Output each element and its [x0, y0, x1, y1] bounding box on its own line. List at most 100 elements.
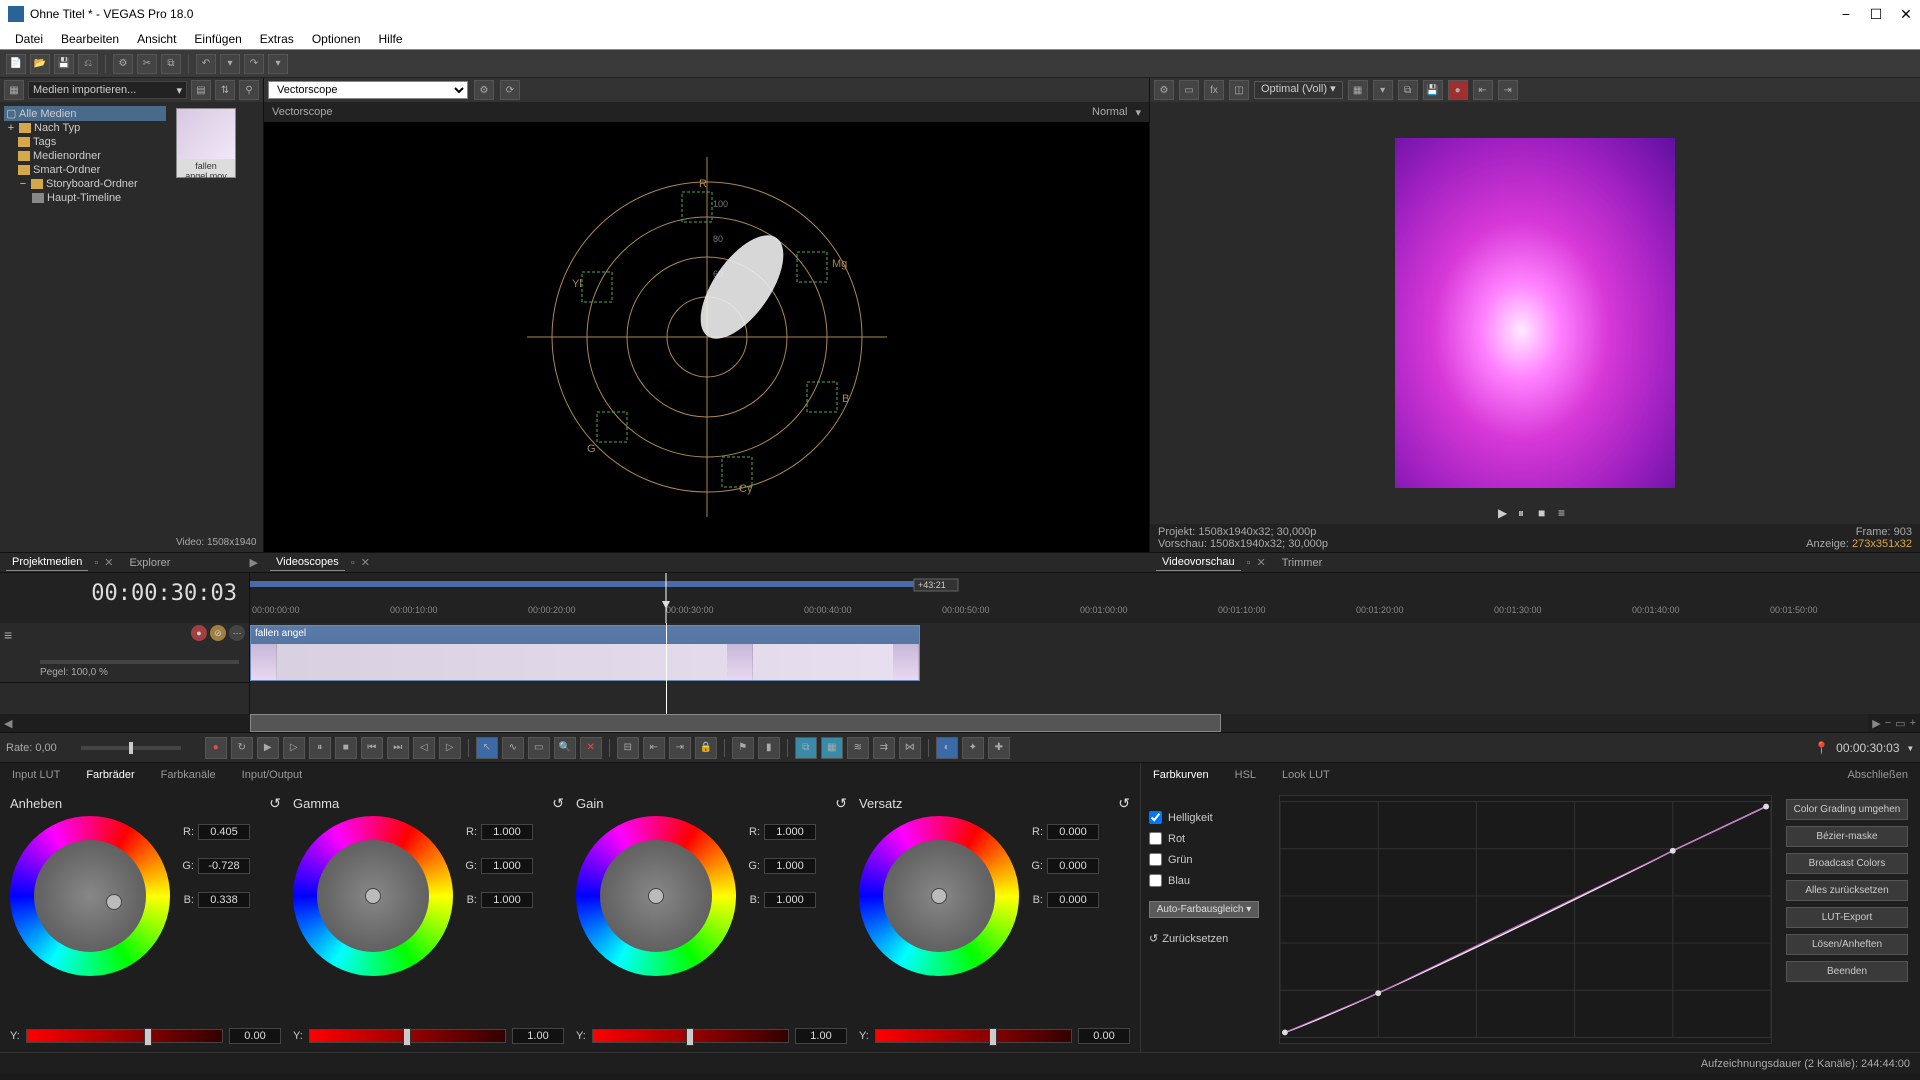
tab-projektmedien-close-icon[interactable]: ✕	[104, 556, 113, 569]
side-btn-color-grading-umgehen[interactable]: Color Grading umgehen	[1786, 799, 1908, 820]
pv-pause-icon[interactable]: ⏸	[1518, 506, 1532, 520]
track-header[interactable]: ≡ ● ⊘ ⋯ Pegel: 100,0 %	[0, 623, 249, 683]
quantize-icon[interactable]: ▦	[821, 737, 843, 759]
region-icon[interactable]: ▮	[758, 737, 780, 759]
tab-farbkanaele[interactable]: Farbkanäle	[157, 767, 220, 783]
redo-icon[interactable]: ↷	[244, 54, 264, 74]
pv-overlay-icon[interactable]: ▾	[1373, 80, 1393, 100]
rate-slider[interactable]	[81, 746, 181, 750]
timeline-scrollbar[interactable]	[250, 714, 1868, 732]
tl-zoom-fit-icon[interactable]: ▭	[1895, 717, 1905, 730]
track-bypass-icon[interactable]: ⊘	[210, 625, 226, 641]
media-view-icon[interactable]: ▤	[191, 80, 211, 100]
zoom-icon[interactable]: 🔍	[554, 737, 576, 759]
wheel-g-input[interactable]	[198, 858, 250, 874]
tab-videoscopes-float-icon[interactable]: ▫	[351, 557, 355, 569]
curves-canvas[interactable]	[1279, 795, 1772, 1044]
colorgrade-icon[interactable]: ◐	[936, 737, 958, 759]
wheel-b-input[interactable]	[481, 892, 533, 908]
tab-projektmedien-float-icon[interactable]: ▫	[94, 557, 98, 569]
track-more-icon[interactable]: ⋯	[229, 625, 245, 641]
menu-extras[interactable]: Extras	[251, 29, 303, 49]
tab-farbraeder[interactable]: Farbräder	[82, 767, 138, 783]
import-media-dropdown[interactable]: Medien importieren...▾	[28, 81, 187, 99]
render-icon[interactable]: ⎌	[78, 54, 98, 74]
wheel-r-input[interactable]	[481, 824, 533, 840]
tree-tags[interactable]: Tags	[4, 135, 166, 149]
track-opacity-slider[interactable]	[40, 660, 239, 664]
wheel-g-input[interactable]	[764, 858, 816, 874]
wheel-y-slider[interactable]	[592, 1029, 789, 1043]
tab-videoscopes[interactable]: Videoscopes	[270, 554, 345, 571]
snap-icon[interactable]: ⧉	[795, 737, 817, 759]
abschliessen-button[interactable]: Abschließen	[1843, 767, 1912, 783]
select-icon[interactable]: ▭	[528, 737, 550, 759]
pause-icon[interactable]: ⏸	[309, 737, 331, 759]
media-thumb[interactable]: fallen angel.mov	[176, 108, 236, 178]
trim-start-icon[interactable]: ⇤	[643, 737, 665, 759]
wheel-b-input[interactable]	[1047, 892, 1099, 908]
color-wheel-gain[interactable]	[576, 816, 736, 976]
media-sort-icon[interactable]: ⇅	[215, 80, 235, 100]
undo-drop-icon[interactable]: ▾	[220, 54, 240, 74]
curves-reset-button[interactable]: ↺Zurücksetzen	[1149, 932, 1269, 945]
redo-drop-icon[interactable]: ▾	[268, 54, 288, 74]
tl-scroll-right-icon[interactable]: ▶	[1872, 717, 1880, 730]
playhead[interactable]	[666, 623, 667, 714]
trim-end-icon[interactable]: ⇥	[669, 737, 691, 759]
maximize-button[interactable]: ☐	[1870, 8, 1882, 20]
tab-videovorschau-float-icon[interactable]: ▫	[1247, 557, 1251, 569]
transport-timecode[interactable]: 00:00:30:03	[1836, 741, 1899, 755]
step-back-icon[interactable]: ◁	[413, 737, 435, 759]
timeline-track-area[interactable]: fallen angel	[250, 623, 1920, 714]
play-icon[interactable]: ▷	[283, 737, 305, 759]
wheel-b-input[interactable]	[764, 892, 816, 908]
envelope-icon[interactable]: ∿	[502, 737, 524, 759]
save-icon[interactable]: 💾	[54, 54, 74, 74]
wheel-reset-icon[interactable]: ↺	[269, 795, 281, 812]
copy-icon[interactable]: ⧉	[161, 54, 181, 74]
side-btn-beenden[interactable]: Beenden	[1786, 961, 1908, 982]
tab-videovorschau-close-icon[interactable]: ✕	[1256, 556, 1265, 569]
side-btn-lut-export[interactable]: LUT-Export	[1786, 907, 1908, 928]
scope-refresh-icon[interactable]: ⟳	[500, 80, 520, 100]
delete-icon[interactable]: ✕	[580, 737, 602, 759]
chk-helligkeit[interactable]: Helligkeit	[1149, 811, 1269, 824]
tl-zoom-out-icon[interactable]: −	[1885, 717, 1891, 729]
ripple-icon[interactable]: ≋	[847, 737, 869, 759]
record-icon[interactable]: ●	[205, 737, 227, 759]
pv-copy-icon[interactable]: ⧉	[1398, 80, 1418, 100]
auto-farbausgleich-button[interactable]: Auto-Farbausgleich ▾	[1149, 901, 1259, 918]
normal-edit-icon[interactable]: ↖	[476, 737, 498, 759]
wheel-r-input[interactable]	[1047, 824, 1099, 840]
stop-icon[interactable]: ■	[335, 737, 357, 759]
menu-datei[interactable]: Datei	[6, 29, 52, 49]
wheel-y-slider[interactable]	[26, 1029, 223, 1043]
media-grid-icon[interactable]: ▦	[4, 80, 24, 100]
wheel-y-input[interactable]	[512, 1028, 564, 1044]
side-btn-l-sen-anheften[interactable]: Lösen/Anheften	[1786, 934, 1908, 955]
pv-split-icon[interactable]: ◫	[1229, 80, 1249, 100]
color-wheel-gamma[interactable]	[293, 816, 453, 976]
tree-alle-medien[interactable]: ▢Alle Medien	[4, 106, 166, 121]
loop-icon[interactable]: ↻	[231, 737, 253, 759]
pv-play-icon[interactable]: ▶	[1498, 506, 1512, 520]
marker-icon[interactable]: ⚑	[732, 737, 754, 759]
tab-explorer[interactable]: Explorer	[123, 555, 176, 571]
wheel-y-input[interactable]	[229, 1028, 281, 1044]
tree-smart-ordner[interactable]: Smart-Ordner	[4, 163, 166, 177]
menu-ansicht[interactable]: Ansicht	[128, 29, 185, 49]
wheel-y-input[interactable]	[1078, 1028, 1130, 1044]
step-fwd-icon[interactable]: ▷	[439, 737, 461, 759]
wheel-g-input[interactable]	[1047, 858, 1099, 874]
pv-external-icon[interactable]: ▭	[1179, 80, 1199, 100]
open-icon[interactable]: 📂	[30, 54, 50, 74]
scope-mode[interactable]: Normal	[1092, 106, 1127, 118]
minimize-button[interactable]: −	[1840, 8, 1852, 20]
menu-hilfe[interactable]: Hilfe	[370, 29, 412, 49]
scope-settings-icon[interactable]: ⚙	[474, 80, 494, 100]
pv-grid-icon[interactable]: ▦	[1348, 80, 1368, 100]
timeline-ruler[interactable]: +43:21 00:00:00:0000:00:10:0000:00:20:00…	[250, 573, 1920, 623]
wheel-reset-icon[interactable]: ↺	[1118, 795, 1130, 812]
tree-storyboard[interactable]: −Storyboard-Ordner	[4, 177, 166, 191]
